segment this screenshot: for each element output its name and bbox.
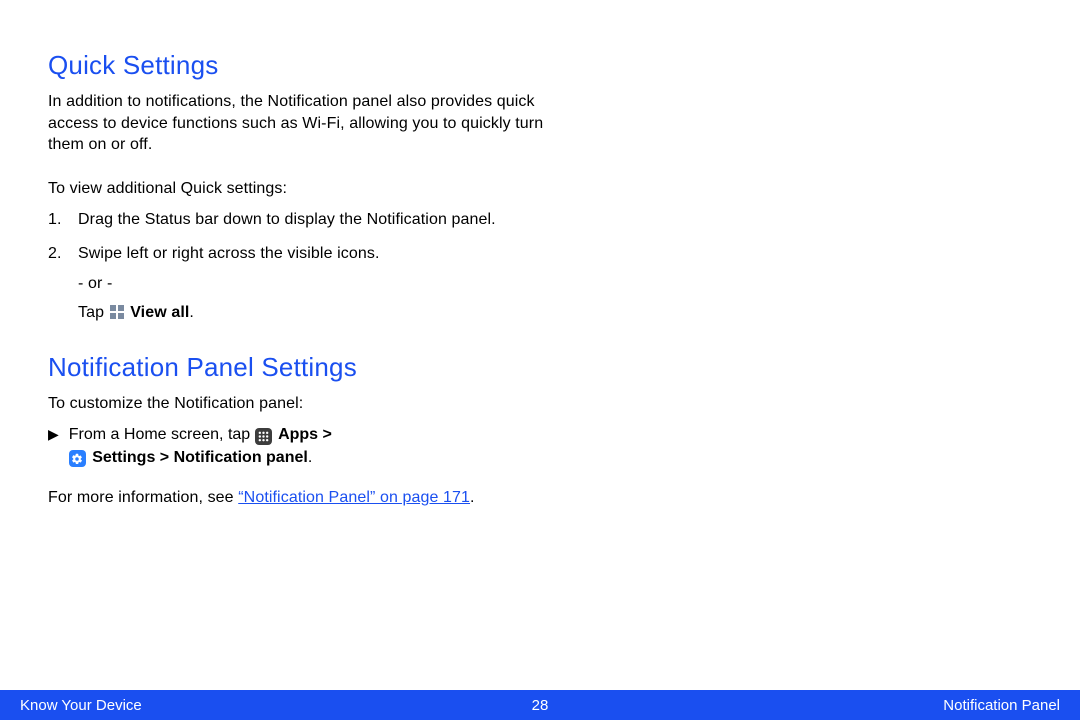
intro-paragraph: In addition to notifications, the Notifi… [48, 91, 548, 156]
heading-quick-settings: Quick Settings [48, 50, 1032, 81]
heading-notification-panel-settings: Notification Panel Settings [48, 352, 1032, 383]
tap-prefix: Tap [78, 304, 109, 321]
gt-1: > [318, 426, 332, 443]
step-2: 2. Swipe left or right across the visibl… [48, 243, 548, 324]
instruction-text: From a Home screen, tap Apps > Settings … [69, 424, 332, 469]
footer-left: Know Your Device [20, 697, 532, 714]
ref-prefix: For more information, see [48, 489, 238, 506]
step-1-number: 1. [48, 209, 62, 231]
lead-quick-settings: To view additional Quick settings: [48, 178, 1032, 200]
period-2: . [308, 449, 312, 466]
step-2-tap-row: Tap View all. [78, 302, 548, 324]
period: . [189, 304, 194, 321]
step-2-number: 2. [48, 243, 62, 265]
step-2-text: Swipe left or right across the visible i… [78, 243, 548, 265]
apps-label: Apps [278, 426, 318, 443]
steps-list: 1. Drag the Status bar down to display t… [48, 209, 548, 323]
step-1: 1. Drag the Status bar down to display t… [48, 209, 548, 231]
apps-icon [255, 428, 272, 445]
step-1-text: Drag the Status bar down to display the … [78, 209, 548, 231]
np-path: > Notification panel [155, 449, 307, 466]
from-home-text: From a Home screen, tap [69, 426, 255, 443]
footer-right: Notification Panel [548, 697, 1060, 714]
reference-paragraph: For more information, see “Notification … [48, 487, 548, 509]
settings-icon [69, 450, 86, 467]
footer-page-number: 28 [532, 697, 549, 714]
view-all-label: View all [130, 304, 189, 321]
page-footer: Know Your Device 28 Notification Panel [0, 690, 1080, 720]
ref-suffix: . [470, 489, 475, 506]
instruction-row: ▶ From a Home screen, tap Apps > Setting… [48, 424, 1032, 469]
settings-label: Settings [92, 449, 155, 466]
grid-icon [110, 305, 125, 320]
arrow-icon: ▶ [48, 424, 59, 445]
step-2-or: - or - [78, 273, 548, 295]
reference-link[interactable]: “Notification Panel” on page 171 [238, 489, 470, 506]
lead-notification-panel: To customize the Notification panel: [48, 393, 1032, 415]
